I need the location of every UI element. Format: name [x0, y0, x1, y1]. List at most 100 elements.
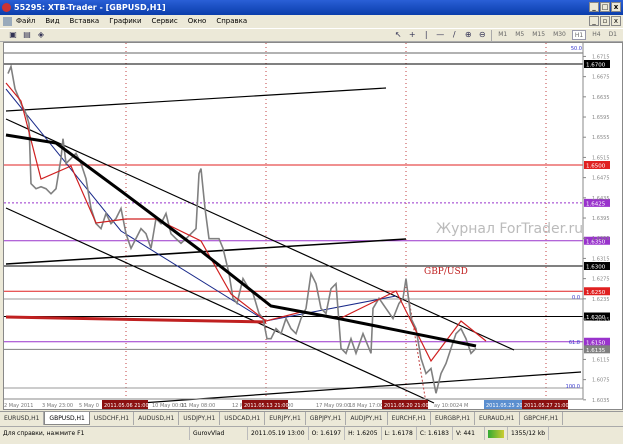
child-close-button[interactable]: x [611, 16, 621, 26]
minimize-button[interactable]: _ [589, 2, 599, 12]
price-tick-label: 1.6395 [592, 216, 610, 222]
bar-high: H: 1.6205 [345, 427, 382, 440]
close-button[interactable]: x [611, 2, 621, 12]
crosshair-icon[interactable]: + [407, 30, 417, 40]
menu-help[interactable]: Справка [216, 15, 247, 28]
menu-window[interactable]: Окно [188, 15, 207, 28]
level-price-label: 1.6300 [586, 265, 606, 271]
time-marker-label: 2011.05.20 21:00 [384, 403, 429, 409]
watermark: Журнал ForTrader.ru [436, 221, 583, 237]
price-tick-label: 1.6595 [592, 115, 610, 121]
time-tick-label: 17 May 09:00 [316, 403, 350, 409]
connection-status [485, 427, 508, 440]
horizontal-line-icon[interactable]: — [435, 30, 445, 40]
thick-red-level[interactable] [5, 315, 267, 324]
price-tick-label: 1.6315 [592, 256, 610, 262]
menu-charts[interactable]: Графики [109, 15, 141, 28]
chart-tab[interactable]: GBPUSD,H1 [44, 412, 90, 425]
zoom-out-icon[interactable]: ⊖ [477, 30, 487, 40]
menu-file[interactable]: Файл [16, 15, 35, 28]
chart-tab[interactable]: AUDUSD,H1 [134, 412, 180, 425]
price-tick-label: 1.6275 [592, 277, 610, 283]
time-marker-label: 2011.05.06 21:00 [104, 403, 149, 409]
profiles-icon[interactable]: ◈ [36, 30, 46, 40]
bar-time: 2011.05.19 13:00 [248, 427, 309, 440]
profile-name: GurovVlad [190, 427, 248, 440]
time-tick-label: 2 May 2011 [4, 403, 33, 409]
bar-volume: V: 441 [453, 427, 485, 440]
price-tick-label: 1.6435 [592, 196, 610, 202]
time-marker-label: 2011.05.27 21:00 [524, 403, 569, 409]
chart-tab[interactable]: EURGBP,H1 [431, 412, 476, 425]
channel-lower-line[interactable] [5, 207, 435, 404]
chart-tab[interactable]: EURJPY,H1 [265, 412, 306, 425]
price-tick-label: 1.6115 [592, 357, 610, 363]
maximize-button[interactable]: □ [600, 2, 610, 12]
timeframe-m30[interactable]: M30 [551, 30, 568, 40]
bar-low: L: 1.6178 [382, 427, 417, 440]
chart-tab[interactable]: GBPCHF,H1 [520, 412, 564, 425]
chart-doc-icon [3, 17, 12, 26]
timeframe-m15[interactable]: M15 [530, 30, 547, 40]
chart-canvas[interactable]: GBP/USD Журнал ForTrader.ru 50.0 0.0 61.… [4, 43, 622, 409]
zoom-in-icon[interactable]: ⊕ [463, 30, 473, 40]
help-text: Для справки, нажмите F1 [0, 427, 190, 440]
chart-tab[interactable]: EURAUD,H1 [475, 412, 520, 425]
time-tick-label: 18 May 17:00 [349, 403, 383, 409]
timeframe-d1[interactable]: D1 [607, 30, 619, 40]
fibo-label-0: 0.0 [572, 295, 580, 301]
menu-tools[interactable]: Сервис [152, 15, 178, 28]
price-tick-label: 1.6035 [592, 398, 610, 404]
trendline-icon[interactable]: / [449, 30, 459, 40]
price-tick-label: 1.6635 [592, 95, 610, 101]
price-tick-label: 1.6475 [592, 176, 610, 182]
price-chart[interactable]: GBP/USD Журнал ForTrader.ru 50.0 0.0 61.… [3, 42, 623, 410]
timeframe-h1[interactable]: H1 [571, 30, 587, 40]
child-restore-button[interactable]: ▫ [600, 16, 610, 26]
chart-tab[interactable]: GBPJPY,H1 [306, 412, 347, 425]
trendline[interactable] [5, 87, 387, 112]
menu-insert[interactable]: Вставка [70, 15, 100, 28]
time-tick-label: ay 10:00 [434, 403, 456, 409]
connection-icon [487, 430, 504, 438]
blue-trendline[interactable] [5, 88, 397, 322]
level-price-label: 1.6250 [586, 290, 606, 296]
chart-tab[interactable]: AUDJPY,H1 [346, 412, 388, 425]
app-icon [2, 3, 11, 12]
timeframe-h4[interactable]: H4 [590, 30, 602, 40]
child-minimize-button[interactable]: _ [589, 16, 599, 26]
fibo-label-100: 100.0 [566, 384, 580, 390]
time-tick-label: 11 May 08:00 [181, 403, 215, 409]
price-tick-label: 1.6515 [592, 155, 610, 161]
chart-tab[interactable]: USDCHF,H1 [90, 412, 135, 425]
status-bar: Для справки, нажмите F1 GurovVlad 2011.0… [0, 426, 623, 440]
menu-bar: Файл Вид Вставка Графики Сервис Окно Спр… [0, 15, 623, 28]
chart-tab[interactable]: USDJPY,H1 [179, 412, 221, 425]
menu-view[interactable]: Вид [45, 15, 59, 28]
time-tick-label: 24 M [456, 403, 468, 409]
toolbar-separator [491, 29, 493, 41]
traffic: 1355/12 kb [508, 427, 550, 440]
vertical-line-icon[interactable]: | [421, 30, 431, 40]
time-tick-label: 5 May 0 [79, 403, 99, 409]
level-price-label: 1.6500 [586, 164, 606, 170]
level-price-label: 1.6425 [586, 201, 606, 207]
navigator-icon[interactable]: ▤ [22, 30, 32, 40]
chart-tab[interactable]: EURCHF,H1 [388, 412, 432, 425]
timeframe-m5[interactable]: M5 [513, 30, 526, 40]
chart-tab[interactable]: USDCAD,H1 [220, 412, 266, 425]
price-tick-label: 1.6715 [592, 54, 610, 60]
time-marker-label: 2011.05.13 21:00 [244, 403, 289, 409]
price-tick-label: 1.6075 [592, 378, 610, 384]
price-tick-label: 1.6675 [592, 75, 610, 81]
timeframe-m1[interactable]: M1 [496, 30, 509, 40]
title-bar: 55295: XTB-Trader - [GBPUSD,H1] _ □ x [0, 0, 623, 15]
cursor-icon[interactable]: ↖ [393, 30, 403, 40]
time-tick-label: 3 May 23:00 [42, 403, 73, 409]
bar-open: O: 1.6197 [309, 427, 346, 440]
new-chart-icon[interactable]: ▣ [8, 30, 18, 40]
symbol-label: GBP/USD [424, 267, 468, 277]
window-title: 55295: XTB-Trader - [GBPUSD,H1] [14, 3, 166, 12]
chart-tab[interactable]: EURUSD,H1 [0, 412, 45, 425]
trendline[interactable] [5, 238, 407, 265]
